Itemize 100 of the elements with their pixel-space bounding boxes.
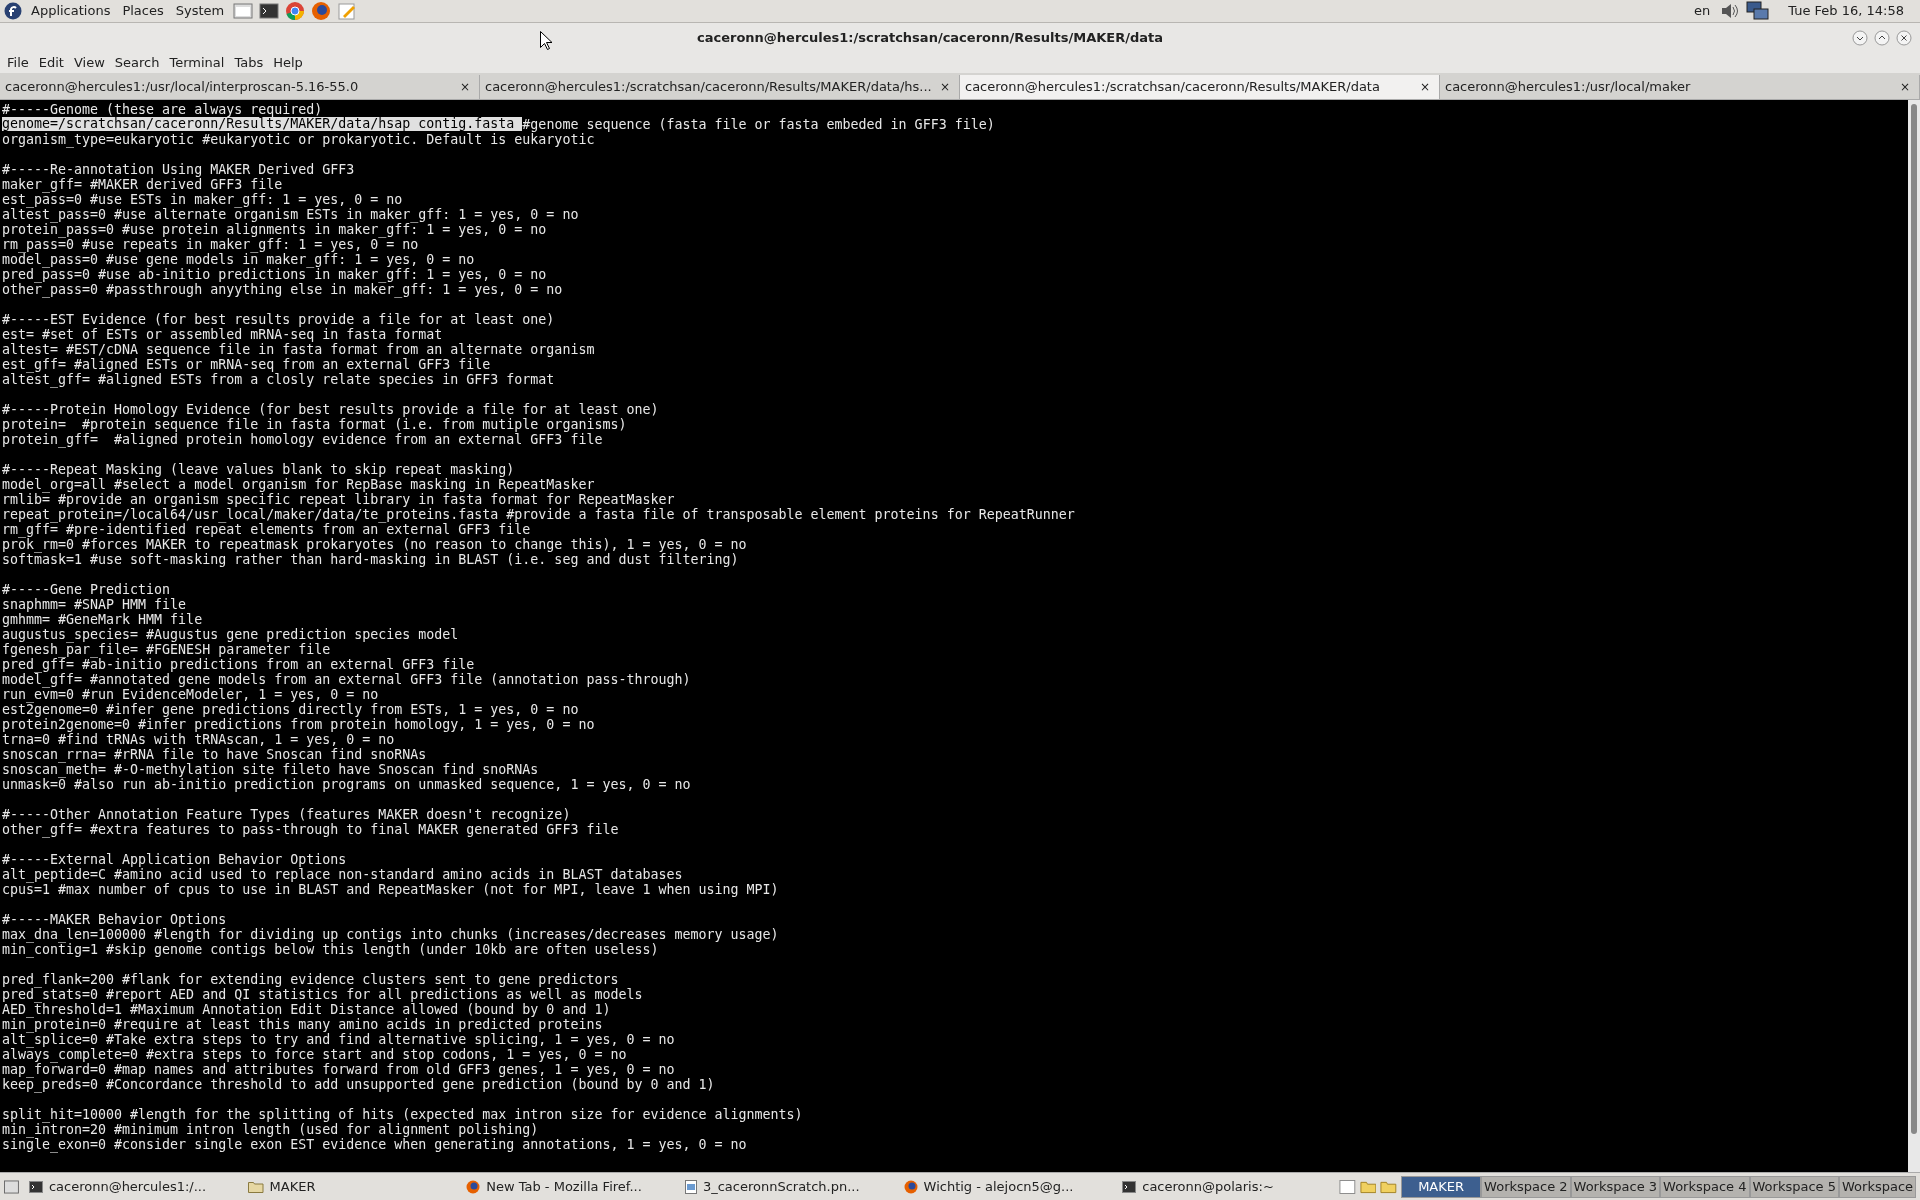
terminal-line: cpus=1 #max number of cpus to use in BLAST and RepeatMasker (not for MPI, leave 1 when using MPI) [2, 882, 779, 897]
taskbar-item[interactable]: MAKER [241, 1175, 457, 1198]
terminal-line: model_gff= #annotated gene models from an external GFF3 file (annotation pass-through) [2, 672, 691, 687]
globe-icon [903, 1179, 918, 1194]
terminal-line: snoscan_rrna= #rRNA file to have Snoscan find snoRNAs [2, 747, 427, 762]
network-icon[interactable] [1746, 1, 1771, 21]
terminal-line: prok_rm=0 #forces MAKER to repeatmask prokaryotes (no reason to change this), 1 = yes, 0 = no [2, 537, 747, 552]
workspace[interactable]: Workspace [1839, 1175, 1917, 1198]
terminal-line: snoscan_meth= #-O-methylation site fileto have Snoscan find snoRNAs [2, 762, 539, 777]
terminal-line: alt_peptide=C #amino acid used to replace non-standard amino acids in BLAST databases [2, 867, 683, 882]
terminal-line: pred_gff= #ab-initio predictions from an external GFF3 file [2, 657, 475, 672]
taskbar-item[interactable]: 3_caceronnScratch.pn... [678, 1175, 894, 1198]
terminal-line: split_hit=10000 #length for the splitting of hits (expected max intron size for evidence alignments) [2, 1107, 803, 1122]
terminal-line: est2genome=0 #infer gene predictions directly from ESTs, 1 = yes, 0 = no [2, 702, 579, 717]
window-title: caceronn@hercules1:/scratchsan/caceronn/Results/MAKER/data [697, 28, 1163, 47]
terminal-line: other_gff= #extra features to pass-through to final MAKER generated GFF3 file [2, 822, 619, 837]
tab-close[interactable]: × [1415, 78, 1434, 96]
terminal-line: pred_flank=200 #flank for extending evidence clusters sent to gene predictors [2, 972, 619, 987]
terminal-line: rm_pass=0 #use repeats in maker_gff: 1 = yes, 0 = no [2, 237, 419, 252]
terminal-line: #-----Repeat Masking (leave values blank to skip repeat masking) [2, 462, 515, 477]
taskbar-item[interactable]: New Tab - Mozilla Firef... [460, 1175, 675, 1198]
terminal-line: rmlib= #provide an organism specific repeat library in fasta format for RepeatMasker [2, 492, 675, 507]
taskbar-item[interactable]: caceronn@polaris:~ [1116, 1175, 1331, 1198]
terminal-line: #-----Re-annotation Using MAKER Derived GFF3 [2, 162, 355, 177]
workspace[interactable]: Workspace 2 [1481, 1175, 1571, 1198]
menu-item[interactable]: File [3, 52, 33, 73]
terminal-line: gmhmm= #GeneMark HMM file [2, 612, 203, 627]
taskbar-item[interactable]: caceronn@hercules1:/... [22, 1175, 238, 1198]
folder-icon[interactable] [1380, 1179, 1398, 1194]
terminal-line: trna=0 #find tRNAs with tRNAscan, 1 = yes, 0 = no [2, 732, 395, 747]
panel-menu[interactable]: System [172, 1, 228, 21]
tab-close[interactable]: × [455, 78, 474, 96]
terminal-line: single_exon=0 #consider single exon EST evidence when generating annotations, 1 = yes, 0 = no [2, 1137, 747, 1152]
notes-icon[interactable] [1338, 1178, 1356, 1195]
terminal-line: snaphmm= #SNAP HMM file [2, 597, 187, 612]
keyboard-layout[interactable]: en [1690, 1, 1715, 21]
menu-item[interactable]: Help [269, 52, 307, 73]
terminal-line: min_protein=0 #require at least this many amino acids in predicted proteins [2, 1017, 603, 1032]
terminal-icon [28, 1180, 43, 1193]
menu-item[interactable]: Edit [34, 52, 68, 73]
show-desktop-icon[interactable] [4, 1179, 19, 1194]
terminal-line: protein_gff= #aligned protein homology evidence from an external GFF3 file [2, 432, 603, 447]
fedora-logo-icon[interactable] [4, 2, 22, 20]
terminal-line: always_complete=0 #extra steps to force start and stop codons, 1 = yes, 0 = no [2, 1047, 627, 1062]
terminal-line: organism_type=eukaryotic #eukaryotic or prokaryotic. Default is eukaryotic [2, 132, 595, 147]
maximize-icon[interactable] [1874, 29, 1890, 46]
terminal-line: altest= #EST/cDNA sequence file in fasta format from an alternate organism [2, 342, 595, 357]
menu-item[interactable]: Terminal [165, 52, 229, 73]
workspace[interactable]: MAKER [1401, 1175, 1482, 1198]
workspace[interactable]: Workspace 4 [1660, 1175, 1750, 1198]
panel-menu[interactable]: Applications [28, 1, 114, 21]
panel-menu[interactable]: Places [119, 1, 167, 21]
terminal-line: augustus_species= #Augustus gene prediction species model [2, 627, 459, 642]
tab-close[interactable]: × [935, 78, 954, 96]
terminal-line: fgenesh_par_file= #FGENESH parameter file [2, 642, 331, 657]
terminal-line: est= #set of ESTs or assembled mRNA-seq in fasta format [2, 327, 443, 342]
close-icon[interactable] [1896, 29, 1912, 46]
speaker-icon[interactable] [1720, 2, 1741, 20]
terminal-line: #-----Genome (these are always required) [2, 102, 323, 117]
tab[interactable]: caceronn@hercules1:/scratchsan/caceronn/Results/MAKER/data × [960, 75, 1440, 99]
workspace[interactable]: Workspace 5 [1749, 1175, 1839, 1198]
terminal-line: min_contig=1 #skip genome contigs below this length (under 10kb are often useless) [2, 942, 659, 957]
terminal-line: est_gff= #aligned ESTs or mRNA-seq from an external GFF3 file [2, 357, 491, 372]
terminal-line: alt_splice=0 #Take extra steps to try and find alternative splicing, 1 = yes, 0 = no [2, 1032, 675, 1047]
terminal-line: model_org=all #select a model organism for RepBase masking in RepeatMasker [2, 477, 595, 492]
terminal-line: other_pass=0 #passthrough anyything else in maker_gff: 1 = yes, 0 = no [2, 282, 563, 297]
file-manager-icon[interactable] [233, 2, 254, 20]
terminal-line: unmask=0 #also run ab-initio prediction programs on unmasked sequence, 1 = yes, 0 = no [2, 777, 691, 792]
firefox-icon[interactable] [311, 1, 332, 21]
terminal-line: protein= #protein sequence file in fasta format (i.e. from mutiple organisms) [2, 417, 627, 432]
pencil-icon[interactable] [337, 1, 358, 21]
terminal-line: #-----EST Evidence (for best results provide a file for at least one) [2, 312, 555, 327]
taskbar-item[interactable]: Wichtig - alejocn5@g... [897, 1175, 1113, 1198]
folder-icon[interactable] [1359, 1179, 1377, 1194]
terminal-line: run_evm=0 #run EvidenceModeler, 1 = yes, 0 = no [2, 687, 379, 702]
terminal-icon [1122, 1180, 1137, 1193]
mouse-pointer-icon [540, 31, 552, 50]
selected-text: genome=/scratchsan/caceronn/Results/MAKER/data/hsap_contig.fasta [2, 117, 523, 131]
terminal-line: pred_pass=0 #use ab-initio predictions in maker_gff: 1 = yes, 0 = no [2, 267, 547, 282]
terminal-line: #-----External Application Behavior Options [2, 852, 347, 867]
terminal-line: keep_preds=0 #Concordance threshold to add unsupported gene prediction (bound by 0 and 1) [2, 1077, 715, 1092]
terminal-line: altest_pass=0 #use alternate organism ESTs in maker_gff: 1 = yes, 0 = no [2, 207, 579, 222]
terminal-line: #-----MAKER Behavior Options [2, 912, 227, 927]
terminal-line: #genome sequence (fasta file or fasta embeded in GFF3 file) [522, 117, 995, 132]
terminal-icon[interactable] [259, 2, 280, 20]
terminal-line: rm_gff= #pre-identified repeat elements from an external GFF3 file [2, 522, 531, 537]
menu-item[interactable]: View [69, 52, 109, 73]
menu-item[interactable]: Tabs [230, 52, 268, 73]
tab-close[interactable]: × [1895, 78, 1914, 96]
minimize-icon[interactable] [1852, 29, 1868, 46]
terminal-line: protein_pass=0 #use protein alignments in maker_gff: 1 = yes, 0 = no [2, 222, 547, 237]
clock[interactable]: Tue Feb 16, 14:58 [1776, 1, 1916, 21]
terminal-line: #-----Other Annotation Feature Types (features MAKER doesn't recognize) [2, 807, 571, 822]
chrome-icon[interactable] [285, 1, 306, 21]
terminal-line: map_forward=0 #map names and attributes forward from old GFF3 genes, 1 = yes, 0 = no [2, 1062, 675, 1077]
terminal-line: softmask=1 #use soft-masking rather than hard-masking in BLAST (i.e. seg and dust filtering) [2, 552, 739, 567]
menu-item[interactable]: Search [110, 52, 164, 73]
scrollbar[interactable] [1908, 100, 1920, 1172]
terminal-line: #-----Gene Prediction [2, 582, 171, 597]
workspace[interactable]: Workspace 3 [1570, 1175, 1661, 1198]
